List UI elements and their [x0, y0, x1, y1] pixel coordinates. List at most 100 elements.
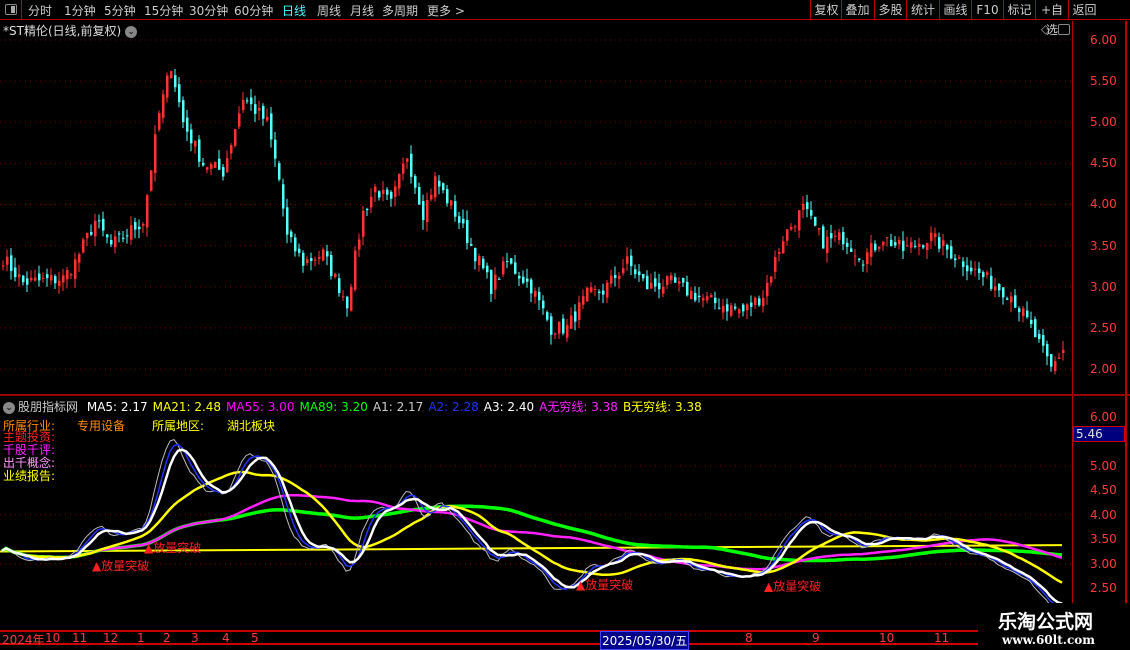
- candle-body: [750, 302, 753, 307]
- candle-body: [786, 229, 789, 241]
- candle-body: [266, 116, 269, 121]
- toolbar-button[interactable]: 标记: [1003, 0, 1035, 20]
- candle-body: [442, 183, 445, 191]
- toolbar-button[interactable]: 叠加: [841, 0, 873, 20]
- candle-body: [566, 325, 569, 338]
- price-chart[interactable]: ▲放量突破 ▲放量突破 ▲放量突破 ▲放量突破: [0, 0, 1130, 650]
- signal-label: ▲放量突破: [144, 540, 201, 555]
- indicator-value: A1: 2.17: [372, 400, 424, 414]
- toolbar-button[interactable]: 统计: [906, 0, 939, 20]
- candle-body: [514, 262, 517, 274]
- candle-body: [898, 239, 901, 245]
- candle-body: [890, 239, 893, 247]
- period-tab[interactable]: 周线: [317, 2, 341, 19]
- candle-body: [654, 278, 657, 287]
- candle-body: [218, 158, 221, 170]
- candle-body: [486, 265, 489, 273]
- candle-body: [170, 71, 173, 79]
- candle-body: [494, 274, 497, 290]
- period-tab[interactable]: 15分钟: [144, 2, 183, 19]
- indicator-name[interactable]: 股朋指标网: [18, 400, 78, 414]
- candle-body: [782, 241, 785, 254]
- candle-body: [1058, 357, 1061, 359]
- candle-body: [422, 201, 425, 221]
- price-axis-label: 2.50: [1090, 320, 1117, 335]
- candle-body: [814, 216, 817, 226]
- current-date: 2025/05/30/五: [600, 631, 690, 650]
- pane-divider[interactable]: [0, 394, 1130, 396]
- candle-body: [106, 234, 109, 238]
- period-tab[interactable]: 多周期: [382, 2, 418, 19]
- candle-body: [558, 321, 561, 334]
- candle-body: [86, 232, 89, 239]
- candle-body: [658, 282, 661, 290]
- candle-body: [650, 282, 653, 289]
- candle-body: [886, 237, 889, 239]
- candle-body: [114, 236, 117, 248]
- candle-body: [338, 278, 341, 294]
- candle-body: [762, 297, 765, 307]
- candle-body: [414, 176, 417, 188]
- candle-body: [434, 176, 437, 198]
- candle-body: [74, 259, 77, 279]
- date-label: 3: [191, 631, 199, 645]
- candle-body: [398, 173, 401, 189]
- candle-body: [294, 237, 297, 252]
- candle-body: [994, 286, 997, 291]
- toolbar-button[interactable]: 返回: [1068, 0, 1100, 20]
- candle-body: [390, 191, 393, 199]
- period-tab[interactable]: 更多 >: [427, 2, 465, 19]
- region-value: 湖北板块: [227, 419, 276, 433]
- candle-body: [510, 258, 513, 264]
- candle-body: [1038, 333, 1041, 340]
- candle-body: [722, 306, 725, 313]
- candle-body: [10, 255, 13, 271]
- candle-body: [894, 242, 897, 246]
- price-axis-label: 4.00: [1090, 197, 1117, 212]
- signal-label: ▲放量突破: [576, 577, 633, 592]
- candle-body: [766, 282, 769, 297]
- candle-body: [694, 292, 697, 301]
- candle-body: [638, 271, 641, 276]
- period-tab[interactable]: 5分钟: [104, 2, 136, 19]
- period-tab[interactable]: 60分钟: [234, 2, 273, 19]
- period-tab[interactable]: 分时: [28, 2, 52, 19]
- period-tab[interactable]: 1分钟: [64, 2, 96, 19]
- candle-body: [934, 233, 937, 238]
- candle-body: [158, 113, 161, 130]
- candle-body: [230, 145, 233, 154]
- date-label: 5: [251, 631, 259, 645]
- candle-body: [686, 281, 689, 296]
- candle-body: [298, 248, 301, 253]
- candle-body: [970, 267, 973, 272]
- a2-line: [1, 443, 1063, 607]
- indicator-value: A3: 2.40: [483, 400, 535, 414]
- candle-body: [1018, 308, 1021, 313]
- candle-body: [250, 97, 253, 105]
- candle-body: [666, 276, 669, 285]
- toolbar-button[interactable]: 画线: [939, 0, 971, 20]
- toolbar-button[interactable]: 多股: [874, 0, 906, 20]
- candle-body: [18, 274, 21, 278]
- candle-body: [986, 272, 989, 275]
- period-tab[interactable]: 30分钟: [189, 2, 228, 19]
- period-tab[interactable]: 月线: [350, 2, 374, 19]
- candle-body: [1026, 310, 1029, 318]
- candle-body: [210, 164, 213, 169]
- candle-body: [38, 273, 41, 281]
- candle-body: [402, 163, 405, 174]
- candle-body: [118, 233, 121, 235]
- toolbar-button[interactable]: +自选: [1035, 0, 1068, 37]
- candle-body: [690, 290, 693, 300]
- date-label: 10: [45, 631, 61, 645]
- toolbar-button[interactable]: F10: [971, 0, 1003, 20]
- candle-body: [274, 139, 277, 159]
- region-label: 所属地区:: [152, 419, 205, 433]
- axis-border: [1125, 21, 1127, 631]
- candle-body: [930, 232, 933, 241]
- candle-body: [718, 307, 721, 309]
- chevron-down-icon[interactable]: ⌄: [3, 401, 15, 414]
- toolbar-button[interactable]: 复权: [810, 0, 842, 20]
- period-tab[interactable]: 日线: [282, 2, 306, 19]
- candle-body: [454, 201, 457, 217]
